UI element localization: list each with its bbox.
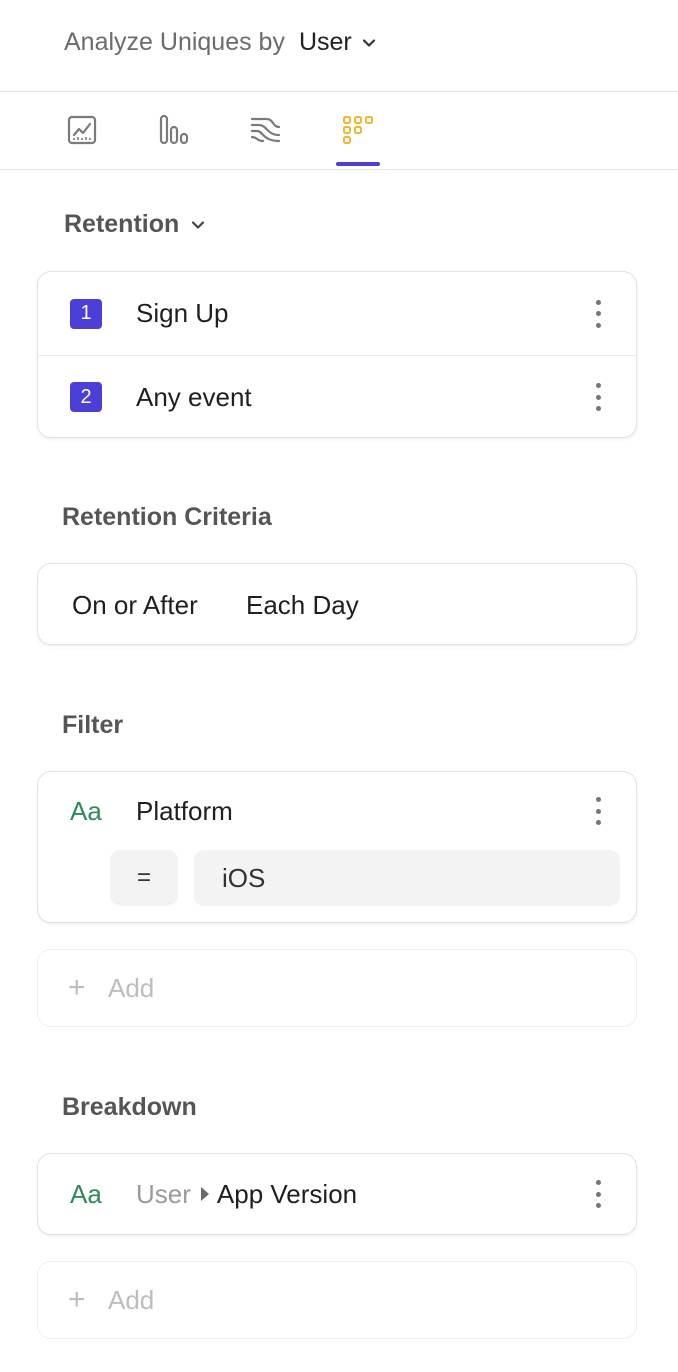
active-tab-indicator [336,162,380,166]
breakdown-section-title: Breakdown [62,1093,197,1121]
criteria-period-selector[interactable]: Each Day [246,590,359,621]
line-chart-icon [67,115,97,145]
report-type-tabs [0,92,678,170]
plus-icon: + [68,1283,86,1316]
event-index-badge: 1 [70,298,102,329]
filter-condition: = iOS [110,850,620,906]
breakdown-entity: User [136,1178,191,1209]
add-filter-button[interactable]: + Add [37,949,637,1027]
retention-grid-icon [343,116,373,144]
filter-property-row[interactable]: Aa Platform [38,772,636,850]
string-type-icon: Aa [70,795,102,826]
flows-icon [250,117,281,143]
tab-insights[interactable] [62,110,102,150]
event-label: Any event [136,381,252,412]
string-type-icon: Aa [70,1178,102,1209]
filter-card: Aa Platform = iOS [37,771,637,923]
filter-section-title: Filter [62,711,124,739]
tab-bar[interactable] [154,110,194,150]
criteria-row: On or After Each Day [38,564,636,646]
more-options-icon[interactable] [594,383,602,411]
plus-icon: + [68,971,86,1004]
breakdown-row[interactable]: Aa User App Version [38,1154,636,1234]
event-row[interactable]: 1 Sign Up [38,272,636,355]
more-options-icon[interactable] [594,1180,602,1208]
entity-selector[interactable]: User [299,28,376,57]
bar-chart-icon [159,114,189,145]
retention-criteria-card: On or After Each Day [37,563,637,645]
chevron-down-icon [362,38,375,47]
event-row[interactable]: 2 Any event [38,355,636,438]
event-index-badge: 2 [70,382,102,412]
more-options-icon[interactable] [594,299,602,328]
criteria-mode-selector[interactable]: On or After [72,590,198,621]
retention-title-label: Retention [64,210,180,238]
add-breakdown-label: Add [108,1284,155,1315]
more-options-icon[interactable] [594,797,602,825]
breakdown-property: App Version [216,1178,358,1209]
breakdown-card: Aa User App Version [37,1153,637,1235]
tab-retention[interactable] [338,110,378,150]
filter-value-select[interactable]: iOS [194,850,620,906]
retention-events-card: 1 Sign Up 2 Any event [37,271,637,438]
entity-label: User [298,28,352,56]
add-breakdown-button[interactable]: + Add [37,1261,637,1339]
analyze-prefix: Analyze Uniques by [64,28,285,56]
breakdown-property-path: User App Version [136,1179,357,1210]
filter-property-label: Platform [136,795,233,826]
chevron-down-icon [192,220,205,229]
caret-right-icon [200,1187,209,1201]
analyze-by: Analyze Uniques by User [64,28,376,57]
add-filter-label: Add [108,972,155,1003]
query-header: Analyze Uniques by User [0,0,678,92]
filter-operator-select[interactable]: = [110,850,178,906]
event-label: Sign Up [136,298,229,328]
tab-flows[interactable] [246,110,286,150]
retention-section-title[interactable]: Retention [64,210,205,239]
criteria-section-title: Retention Criteria [62,503,272,531]
